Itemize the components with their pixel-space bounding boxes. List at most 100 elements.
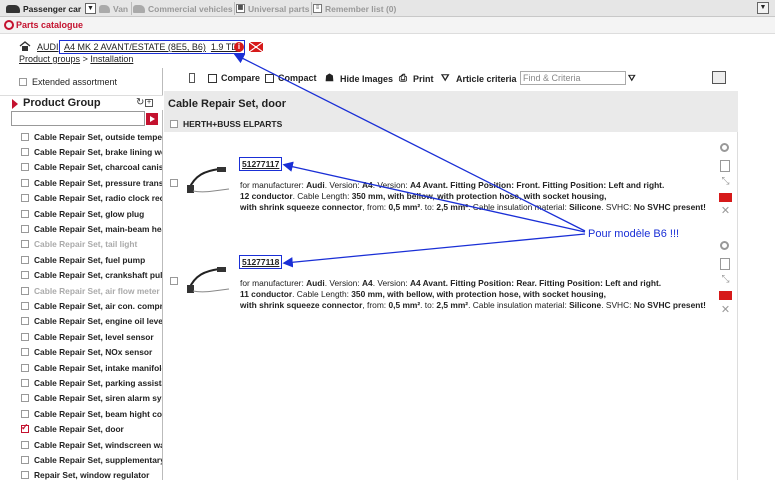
tab-commercial-vehicles[interactable]: Commercial vehicles xyxy=(133,2,233,15)
mail-icon[interactable] xyxy=(719,193,732,202)
product-group-item[interactable]: Cable Repair Set, NOx sensor xyxy=(0,344,162,359)
product-group-item[interactable]: Cable Repair Set, glow plug xyxy=(0,206,162,221)
breadcrumb-installation[interactable]: Installation xyxy=(90,54,133,64)
product-group-item[interactable]: Cable Repair Set, brake lining wear xyxy=(0,144,162,159)
product-group-item[interactable]: Cable Repair Set, beam hight control xyxy=(0,406,162,421)
brand-checkbox[interactable] xyxy=(170,120,178,128)
product-group-checkbox[interactable] xyxy=(21,409,29,418)
product-group-checkbox[interactable] xyxy=(21,471,29,480)
tab-universal-parts[interactable]: ▦ Universal parts xyxy=(236,2,309,15)
expand-all-icon[interactable]: + xyxy=(145,99,153,107)
product-group-item[interactable]: Cable Repair Set, parking assistant xyxy=(0,375,162,390)
product-group-checkbox[interactable] xyxy=(21,240,29,249)
product-group-item[interactable]: Cable Repair Set, main-beam headlight xyxy=(0,221,162,236)
article-select-checkbox[interactable] xyxy=(170,277,178,285)
product-group-checkbox[interactable] xyxy=(21,301,29,310)
extended-assortment-option[interactable]: Extended assortment xyxy=(19,77,117,87)
print-button[interactable]: ⎙ Print xyxy=(399,73,434,84)
brand-filter[interactable]: HERTH+BUSS ELPARTS xyxy=(170,119,282,129)
mail-icon[interactable] xyxy=(249,42,263,52)
product-group-checkbox[interactable] xyxy=(21,178,29,187)
product-group-filter-input[interactable] xyxy=(11,111,145,126)
article-criteria-button[interactable]: ⛛ Article criteria xyxy=(441,73,517,84)
product-group-item[interactable]: Cable Repair Set, intake manifold xyxy=(0,360,162,375)
breadcrumb-make[interactable]: AUDI xyxy=(37,42,59,52)
info-icon[interactable]: i xyxy=(234,42,244,52)
product-group-checkbox[interactable] xyxy=(21,286,29,295)
fullscreen-icon[interactable] xyxy=(712,71,726,84)
parts-catalogue-link[interactable]: Parts catalogue xyxy=(16,20,83,30)
product-group-checkbox[interactable] xyxy=(21,255,29,264)
product-group-item[interactable]: Cable Repair Set, crankshaft pulse senso… xyxy=(0,268,162,283)
filter-go-button[interactable] xyxy=(146,113,158,125)
article-select-checkbox[interactable] xyxy=(170,179,178,187)
product-group-checkbox[interactable] xyxy=(21,271,29,280)
product-group-item[interactable]: Cable Repair Set, engine oil level xyxy=(0,314,162,329)
toggle-sidebar-icon[interactable] xyxy=(189,73,195,83)
product-group-item[interactable]: Cable Repair Set, windscreen washer xyxy=(0,437,162,452)
product-group-checkbox[interactable] xyxy=(21,363,29,372)
breadcrumb-model[interactable]: A4 MK 2 AVANT/ESTATE (8E5, B6) 1.9 TDI xyxy=(59,40,246,54)
home-icon[interactable] xyxy=(19,41,31,51)
clipboard-icon[interactable] xyxy=(720,160,730,172)
product-group-checkbox[interactable] xyxy=(21,132,29,141)
product-group-checkbox[interactable] xyxy=(21,225,29,234)
magnify-icon[interactable] xyxy=(720,241,729,250)
compare-arrows-icon[interactable]: ⤡ xyxy=(719,275,732,287)
product-group-checkbox[interactable] xyxy=(21,163,29,172)
product-group-checkbox[interactable] xyxy=(21,422,29,434)
article-image[interactable] xyxy=(185,165,233,199)
window-menu-dropdown[interactable]: ▼ xyxy=(757,2,769,14)
product-group-checkbox[interactable] xyxy=(21,440,29,449)
wrench-icon[interactable]: ✕ xyxy=(719,304,732,316)
breadcrumb-product-groups[interactable]: Product groups xyxy=(19,54,80,64)
article-desc-line: with shrink squeeze connector, from: 0,5… xyxy=(240,299,706,310)
product-group-item[interactable]: Cable Repair Set, door xyxy=(0,421,162,436)
compare-button[interactable]: Compare xyxy=(208,73,260,83)
article-number[interactable]: 51277118 xyxy=(239,255,283,269)
wrench-icon[interactable]: ✕ xyxy=(719,205,732,217)
vehicle-type-dropdown[interactable]: ▼ xyxy=(85,3,96,14)
find-criteria-input[interactable]: Find & Criteria xyxy=(520,71,626,85)
article-number[interactable]: 51277117 xyxy=(239,157,283,171)
hide-images-button[interactable]: ☗ Hide Images xyxy=(325,73,393,84)
product-group-item[interactable]: Cable Repair Set, tail light xyxy=(0,237,162,252)
product-group-checkbox[interactable] xyxy=(21,194,29,203)
tab-van[interactable]: Van xyxy=(99,2,128,15)
refresh-icon[interactable]: ↻ xyxy=(136,97,144,108)
product-group-checkbox[interactable] xyxy=(21,148,29,157)
product-group-checkbox[interactable] xyxy=(21,209,29,218)
product-group-item[interactable]: Repair Set, window regulator xyxy=(0,468,162,480)
tab-remember-list[interactable]: ≡ Remember list (0) xyxy=(313,2,396,15)
clipboard-icon[interactable] xyxy=(720,258,730,270)
product-group-checkbox[interactable] xyxy=(21,348,29,357)
extended-assortment-checkbox[interactable] xyxy=(19,78,27,86)
product-group-checkbox[interactable] xyxy=(21,455,29,464)
product-group-checkbox[interactable] xyxy=(21,378,29,387)
article-image[interactable] xyxy=(185,265,233,299)
product-group-item[interactable]: Cable Repair Set, supplementary xyxy=(0,452,162,467)
product-group-item[interactable]: Cable Repair Set, outside temperature xyxy=(0,129,162,144)
product-group-item[interactable]: Cable Repair Set, level sensor xyxy=(0,329,162,344)
magnify-icon[interactable] xyxy=(720,143,729,152)
top-tab-bar: Passenger car ▼ Van Commercial vehicles … xyxy=(0,0,775,17)
criteria-filter-icon[interactable]: ⛛ xyxy=(628,73,636,84)
compare-arrows-icon[interactable]: ⤡ xyxy=(719,177,732,189)
brand-label: HERTH+BUSS ELPARTS xyxy=(183,119,283,129)
product-group-item[interactable]: Cable Repair Set, air con. compressor xyxy=(0,298,162,313)
compact-button[interactable]: Compact xyxy=(265,73,317,83)
tab-passenger-car[interactable]: Passenger car xyxy=(6,2,81,15)
product-group-label: Cable Repair Set, siren alarm system xyxy=(34,393,162,404)
collapse-arrow-icon[interactable] xyxy=(12,99,18,109)
product-group-item[interactable]: Cable Repair Set, fuel pump xyxy=(0,252,162,267)
product-group-item[interactable]: Cable Repair Set, air flow meter xyxy=(0,283,162,298)
article-desc-line: 12 conductor. Cable Length: 350 mm, with… xyxy=(240,190,607,201)
product-group-checkbox[interactable] xyxy=(21,394,29,403)
product-group-item[interactable]: Cable Repair Set, radio clock receiver xyxy=(0,191,162,206)
product-group-checkbox[interactable] xyxy=(21,317,29,326)
product-group-checkbox[interactable] xyxy=(21,332,29,341)
mail-icon[interactable] xyxy=(719,291,732,300)
product-group-item[interactable]: Cable Repair Set, charcoal canister xyxy=(0,160,162,175)
product-group-item[interactable]: Cable Repair Set, pressure transducer xyxy=(0,175,162,190)
product-group-item[interactable]: Cable Repair Set, siren alarm system xyxy=(0,391,162,406)
